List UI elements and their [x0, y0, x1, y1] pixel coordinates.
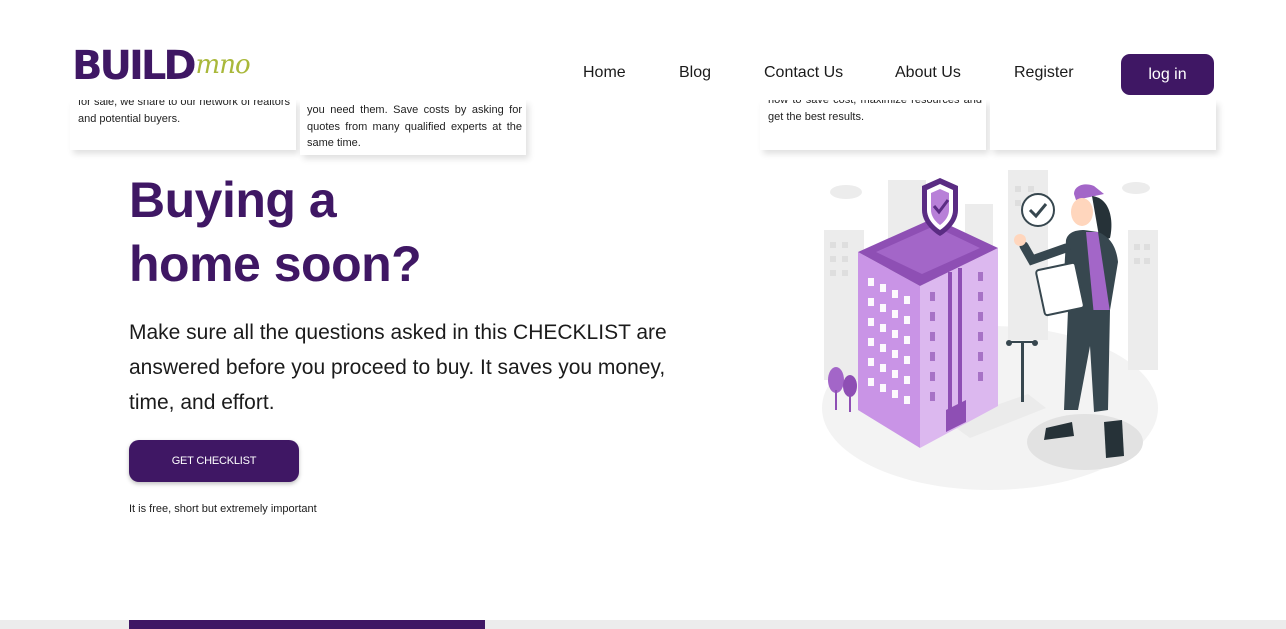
- nav-home[interactable]: Home: [583, 64, 626, 82]
- logo-accent-text: mno: [195, 50, 251, 80]
- service-card-3: how to save cost, maximize resources and…: [760, 100, 986, 150]
- cta-note: It is free, short but extremely importan…: [129, 503, 317, 515]
- service-card-text: for sale, we share to our network of rea…: [78, 100, 290, 125]
- building-inspector-illustration: [822, 170, 1158, 490]
- service-card-4: [990, 100, 1216, 150]
- nav-about-us[interactable]: About Us: [895, 64, 961, 82]
- hero-title-line-2: home soon?: [129, 236, 422, 292]
- brand-logo[interactable]: BUILD mno: [72, 43, 251, 89]
- nav-blog[interactable]: Blog: [679, 64, 711, 82]
- service-card-1: for sale, we share to our network of rea…: [70, 100, 296, 150]
- service-card-2: you need them. Save costs by asking for …: [300, 100, 526, 155]
- login-button[interactable]: log in: [1121, 54, 1214, 95]
- nav-contact-us[interactable]: Contact Us: [764, 64, 843, 82]
- hero-description: Make sure all the questions asked in thi…: [129, 321, 667, 414]
- carousel-progress-bar: [129, 620, 485, 629]
- site-header: BUILD mno Home Blog Contact Us About Us …: [0, 0, 1286, 100]
- logo-main-text: BUILD: [72, 43, 197, 89]
- hero-title-line-1: Buying a: [129, 172, 337, 228]
- get-checklist-button[interactable]: GET CHECKLIST: [129, 440, 299, 482]
- nav-register[interactable]: Register: [1014, 64, 1074, 82]
- service-card-text: you need them. Save costs by asking for …: [307, 104, 522, 149]
- service-card-text: how to save cost, maximize resources and…: [768, 100, 982, 123]
- hero-title: Buying a home soon?: [129, 168, 549, 296]
